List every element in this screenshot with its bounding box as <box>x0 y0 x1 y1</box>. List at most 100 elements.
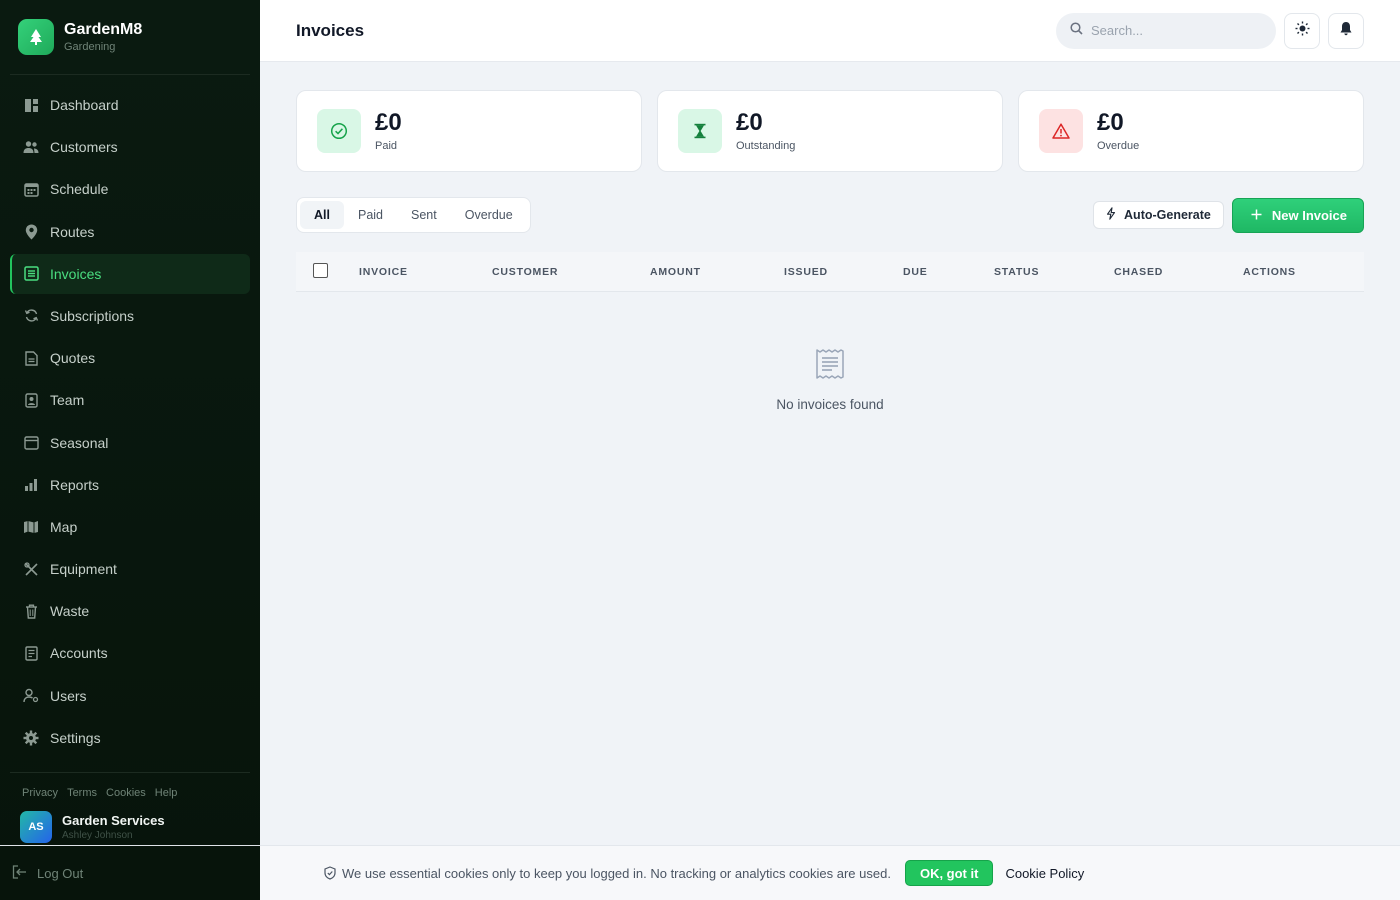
invoice-toolbar: All Paid Sent Overdue Auto-Generate New … <box>296 197 1364 233</box>
footer-link-help[interactable]: Help <box>155 787 178 799</box>
sidebar-item-label: Team <box>50 392 85 409</box>
plus-icon <box>1251 208 1262 223</box>
footer-link-privacy[interactable]: Privacy <box>22 787 58 799</box>
stat-card-overdue: £0 Overdue <box>1018 90 1364 172</box>
status-filter-tabs: All Paid Sent Overdue <box>296 197 531 233</box>
search-input[interactable] <box>1091 23 1261 38</box>
sidebar-item-label: Seasonal <box>50 434 109 451</box>
logout-button[interactable]: Log Out <box>0 845 260 900</box>
gear-icon <box>23 730 39 746</box>
footer-links: Privacy Terms Cookies Help <box>10 773 250 799</box>
footer-link-terms[interactable]: Terms <box>67 787 97 799</box>
sidebar-item-label: Users <box>50 687 87 704</box>
new-invoice-label: New Invoice <box>1271 207 1347 223</box>
sidebar-item-settings[interactable]: Settings <box>10 718 250 758</box>
search-box[interactable] <box>1056 12 1276 49</box>
cookie-accept-button[interactable]: OK, got it <box>904 860 994 886</box>
top-header: Invoices <box>260 0 1400 62</box>
lightning-icon <box>1106 207 1116 223</box>
sidebar-item-routes[interactable]: Routes <box>10 212 250 252</box>
stat-label: Outstanding <box>736 140 796 152</box>
sidebar-item-label: Dashboard <box>50 97 119 113</box>
brand[interactable]: GardenM8 Gardening <box>10 0 250 75</box>
column-header-customer[interactable]: CUSTOMER <box>492 266 558 278</box>
column-header-issued[interactable]: ISSUED <box>784 266 828 278</box>
sidebar-item-accounts[interactable]: Accounts <box>10 633 250 673</box>
cookie-text: We use essential cookies only to keep yo… <box>342 865 891 881</box>
user-profile[interactable]: AS Garden Services Ashley Johnson <box>10 799 250 843</box>
badge-icon <box>23 392 39 408</box>
auto-generate-button[interactable]: Auto-Generate <box>1093 201 1224 229</box>
sidebar-item-equipment[interactable]: Equipment <box>10 549 250 589</box>
column-header-invoice[interactable]: INVOICE <box>359 266 408 278</box>
tab-paid[interactable]: Paid <box>344 201 397 229</box>
bar-chart-icon <box>23 477 39 493</box>
invoices-table: INVOICE CUSTOMER AMOUNT ISSUED DUE STATU… <box>296 252 1364 412</box>
column-header-due[interactable]: DUE <box>903 266 928 278</box>
cookie-banner: We use essential cookies only to keep yo… <box>260 845 1400 900</box>
sidebar-item-label: Accounts <box>50 645 108 662</box>
shield-check-icon <box>324 866 336 880</box>
tab-overdue[interactable]: Overdue <box>451 201 527 229</box>
auto-generate-label: Auto-Generate <box>1124 208 1211 222</box>
sidebar-item-subscriptions[interactable]: Subscriptions <box>10 296 250 336</box>
user-gear-icon <box>23 688 39 704</box>
receipt-icon <box>815 349 845 384</box>
dashboard-icon <box>23 97 39 113</box>
tree-logo-icon <box>18 19 54 55</box>
stat-label: Overdue <box>1097 140 1140 152</box>
check-circle-icon <box>317 109 361 153</box>
invoice-icon <box>23 266 39 282</box>
sidebar-item-label: Reports <box>50 476 100 493</box>
brand-name: GardenM8 <box>64 21 143 38</box>
user-business-name: Garden Services <box>62 813 165 828</box>
sidebar-item-seasonal[interactable]: Seasonal <box>10 423 250 463</box>
stat-card-outstanding: £0 Outstanding <box>657 90 1003 172</box>
column-header-chased[interactable]: CHASED <box>1114 266 1163 278</box>
sidebar-item-label: Equipment <box>50 561 117 578</box>
sidebar-nav: Dashboard Customers Schedule Routes Invo… <box>10 85 250 760</box>
document-icon <box>23 350 39 366</box>
footer-link-cookies[interactable]: Cookies <box>106 787 146 799</box>
calendar-icon <box>23 181 39 197</box>
sidebar-item-map[interactable]: Map <box>10 507 250 547</box>
stat-label: Paid <box>375 140 398 152</box>
empty-state: No invoices found <box>296 292 1364 412</box>
sidebar-item-schedule[interactable]: Schedule <box>10 169 250 209</box>
page-title: Invoices <box>296 20 365 40</box>
sidebar-item-dashboard[interactable]: Dashboard <box>10 85 250 125</box>
sidebar-item-label: Schedule <box>50 181 109 198</box>
table-header: INVOICE CUSTOMER AMOUNT ISSUED DUE STATU… <box>296 252 1364 292</box>
sidebar-item-label: Subscriptions <box>50 307 135 324</box>
tab-all[interactable]: All <box>300 201 344 229</box>
map-icon <box>23 519 39 535</box>
sidebar-item-users[interactable]: Users <box>10 676 250 716</box>
sidebar-item-reports[interactable]: Reports <box>10 465 250 505</box>
theme-toggle-button[interactable] <box>1284 12 1320 49</box>
hourglass-icon <box>678 109 722 153</box>
calendar-alt-icon <box>23 435 39 451</box>
select-all-checkbox[interactable] <box>313 263 328 278</box>
bell-icon <box>1339 21 1353 41</box>
notifications-button[interactable] <box>1328 12 1364 49</box>
new-invoice-button[interactable]: New Invoice <box>1231 197 1364 233</box>
logout-icon <box>12 864 27 882</box>
sidebar-item-quotes[interactable]: Quotes <box>10 338 250 378</box>
sidebar-item-customers[interactable]: Customers <box>10 127 250 167</box>
stat-value: £0 <box>375 109 402 136</box>
sidebar-item-label: Quotes <box>50 350 96 367</box>
column-header-status[interactable]: STATUS <box>994 266 1039 278</box>
cookie-policy-link[interactable]: Cookie Policy <box>1005 866 1084 881</box>
sidebar-item-label: Invoices <box>50 265 102 282</box>
stat-value: £0 <box>1097 109 1124 136</box>
empty-state-text: No invoices found <box>776 397 884 412</box>
column-header-amount[interactable]: AMOUNT <box>650 266 701 278</box>
sidebar-item-waste[interactable]: Waste <box>10 591 250 631</box>
sidebar-item-invoices[interactable]: Invoices <box>10 253 250 294</box>
sidebar-item-label: Settings <box>50 729 101 746</box>
sidebar-item-team[interactable]: Team <box>10 380 250 420</box>
stat-card-paid: £0 Paid <box>296 90 642 172</box>
sun-icon <box>1295 21 1310 41</box>
tab-sent[interactable]: Sent <box>397 201 451 229</box>
sidebar-item-label: Routes <box>50 223 95 240</box>
